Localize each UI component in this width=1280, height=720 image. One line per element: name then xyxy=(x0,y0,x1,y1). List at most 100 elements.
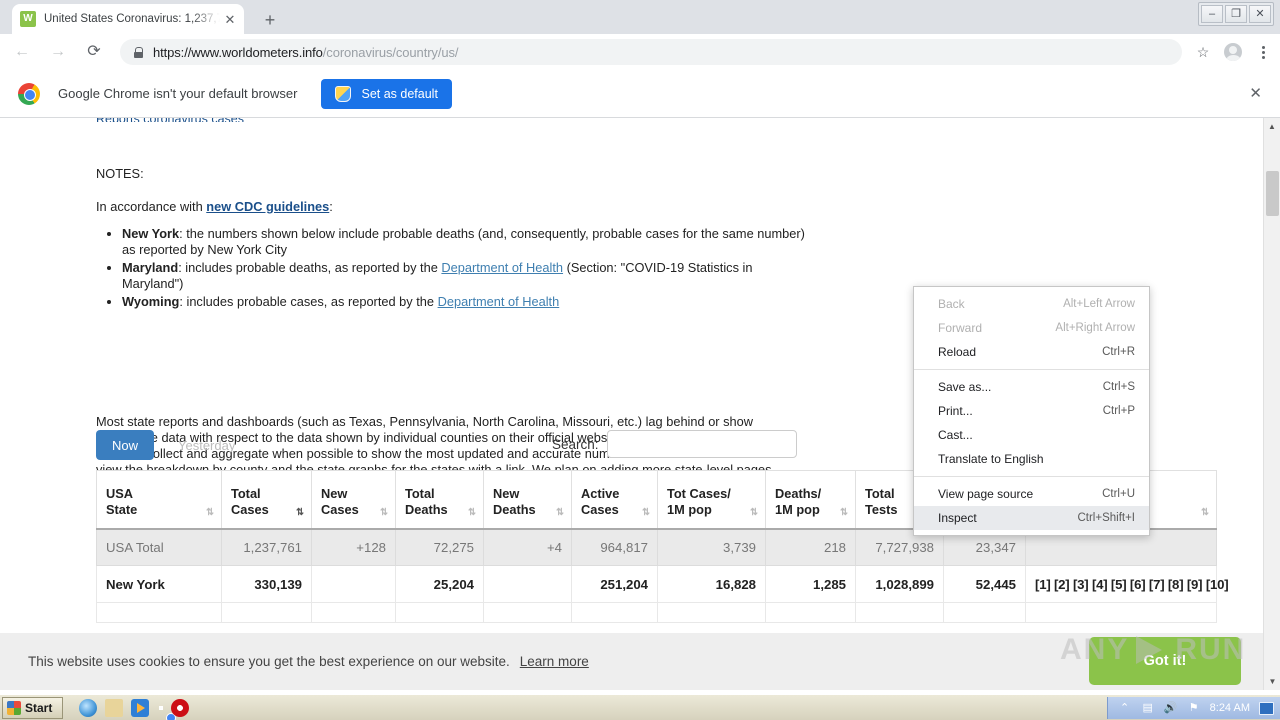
menu-label: Back xyxy=(938,297,965,311)
start-button[interactable]: Start xyxy=(2,696,64,719)
sort-icon[interactable]: ⇅ xyxy=(750,508,758,518)
close-infobar-icon[interactable]: ✕ xyxy=(1249,86,1262,101)
menu-label: Reload xyxy=(938,345,977,359)
reload-icon[interactable]: ⟳ xyxy=(80,38,108,66)
col-usa-state[interactable]: USA State ⇅ xyxy=(96,470,222,530)
context-menu-item-print[interactable]: Print... Ctrl+P xyxy=(914,399,1149,423)
context-menu-item-inspect[interactable]: Inspect Ctrl+Shift+I xyxy=(914,506,1149,530)
sort-icon[interactable]: ⇅ xyxy=(380,508,388,518)
col-deaths-per-1m[interactable]: Deaths/ 1M pop ⇅ xyxy=(765,470,856,530)
sort-icon[interactable]: ⇅ xyxy=(556,508,564,518)
browser-context-menu: Back Alt+Left Arrow Forward Alt+Right Ar… xyxy=(913,286,1150,536)
sort-icon[interactable]: ⇅ xyxy=(206,508,214,518)
url-path: /coronavirus/country/us/ xyxy=(322,44,459,60)
new-tab-button[interactable]: + xyxy=(258,8,282,32)
context-menu-item-forward[interactable]: Forward Alt+Right Arrow xyxy=(914,316,1149,340)
now-button[interactable]: Now xyxy=(96,430,155,460)
menu-shortcut: Ctrl+S xyxy=(1102,381,1135,393)
search-label: Search: xyxy=(552,436,599,452)
search-input[interactable] xyxy=(606,430,797,458)
restore-button[interactable]: ❐ xyxy=(1225,5,1247,23)
search-box: Search: xyxy=(552,430,797,458)
address-bar[interactable]: https://www.worldometers.info/coronaviru… xyxy=(120,39,1182,65)
context-menu-item-view-source[interactable]: View page source Ctrl+U xyxy=(914,482,1149,506)
opera-icon[interactable] xyxy=(171,698,190,717)
col-tot-cases-per-1m[interactable]: Tot Cases/ 1M pop ⇅ xyxy=(657,470,766,530)
sort-icon-active[interactable]: ⇅ xyxy=(296,508,304,518)
browser-window: W United States Coronavirus: 1,237,7 ✕ +… xyxy=(0,0,1280,720)
scrollbar-thumb[interactable] xyxy=(1266,171,1279,216)
close-tab-icon[interactable]: ✕ xyxy=(222,11,238,27)
tab-strip: W United States Coronavirus: 1,237,7 ✕ +… xyxy=(0,0,1280,34)
security-alert-icon[interactable]: ▤ xyxy=(1141,701,1155,715)
profile-avatar-icon[interactable] xyxy=(1220,39,1246,65)
volume-icon[interactable]: 🔊 xyxy=(1164,701,1178,715)
scroll-down-icon[interactable]: ▼ xyxy=(1264,673,1280,690)
learn-more-link[interactable]: Learn more xyxy=(520,654,589,669)
cell-empty xyxy=(855,602,944,623)
close-window-button[interactable]: ✕ xyxy=(1249,5,1271,23)
col-total-cases[interactable]: Total Cases ⇅ xyxy=(221,470,312,530)
cookie-message-text: This website uses cookies to ensure you … xyxy=(28,654,510,669)
cell-active-cases: 964,817 xyxy=(571,528,658,566)
col-line1: Total xyxy=(865,485,895,501)
clock[interactable]: 8:24 AM xyxy=(1210,702,1250,714)
network-flag-icon[interactable]: ⚑ xyxy=(1187,701,1201,715)
menu-shortcut: Alt+Right Arrow xyxy=(1055,322,1135,334)
cell-source[interactable]: [1] [2] [3] [4] [5] [6] [7] [8] [9] [10] xyxy=(1025,565,1229,603)
yesterday-button[interactable]: Yesterday xyxy=(164,430,249,460)
three-dots-icon xyxy=(1261,45,1265,59)
page-scrollbar[interactable]: ▲ ▼ xyxy=(1263,118,1280,690)
col-new-deaths[interactable]: New Deaths ⇅ xyxy=(483,470,572,530)
context-menu-item-cast[interactable]: Cast... xyxy=(914,423,1149,447)
context-menu-item-save-as[interactable]: Save as... Ctrl+S xyxy=(914,375,1149,399)
browser-tab[interactable]: W United States Coronavirus: 1,237,7 ✕ xyxy=(12,4,244,34)
back-icon[interactable]: ← xyxy=(8,38,36,66)
show-hidden-icons-icon[interactable]: ⌃ xyxy=(1118,701,1132,715)
sort-icon[interactable]: ⇅ xyxy=(642,508,650,518)
set-as-default-button[interactable]: Set as default xyxy=(321,78,452,109)
cell-empty xyxy=(657,602,766,623)
col-line1: Active xyxy=(581,485,620,501)
context-menu-item-reload[interactable]: Reload Ctrl+R xyxy=(914,340,1149,364)
cell-total-cases: 1,237,761 xyxy=(221,528,312,566)
accordance-suffix: : xyxy=(329,199,333,214)
cell-new-deaths: +4 xyxy=(483,528,572,566)
list-item: New York: the numbers shown below includ… xyxy=(122,226,808,258)
context-menu-item-back[interactable]: Back Alt+Left Arrow xyxy=(914,292,1149,316)
scroll-up-icon[interactable]: ▲ xyxy=(1264,118,1280,135)
bullet-state: Wyoming xyxy=(122,294,180,309)
cell-empty xyxy=(765,602,856,623)
menu-shortcut: Ctrl+U xyxy=(1102,488,1135,500)
browser-toolbar: ← → ⟳ https://www.worldometers.info/coro… xyxy=(0,34,1280,70)
clipped-top-link[interactable]: Reports coronavirus cases xyxy=(96,118,244,122)
minimize-button[interactable]: – xyxy=(1201,5,1223,23)
cell-state[interactable]: New York xyxy=(96,565,222,603)
cell-state: USA Total xyxy=(96,528,222,566)
department-of-health-link[interactable]: Department of Health xyxy=(438,294,560,309)
new-cdc-guidelines-link[interactable]: new CDC guidelines xyxy=(206,199,329,214)
bookmark-star-icon[interactable]: ☆ xyxy=(1190,39,1216,65)
show-desktop-icon[interactable] xyxy=(1259,701,1274,715)
media-player-icon[interactable] xyxy=(131,698,150,717)
table-row[interactable]: New York 330,139 25,204 251,204 16,828 1… xyxy=(96,565,1229,603)
sort-icon[interactable]: ⇅ xyxy=(468,508,476,518)
tab-title: United States Coronavirus: 1,237,7 xyxy=(44,13,220,25)
context-menu-item-translate[interactable]: Translate to English xyxy=(914,447,1149,471)
col-total-deaths[interactable]: Total Deaths ⇅ xyxy=(395,470,484,530)
accept-cookies-button[interactable]: Got it! xyxy=(1089,637,1241,685)
col-new-cases[interactable]: New Cases ⇅ xyxy=(311,470,396,530)
file-explorer-icon[interactable] xyxy=(105,698,124,717)
infobar-message: Google Chrome isn't your default browser xyxy=(58,86,298,101)
internet-explorer-icon[interactable] xyxy=(79,698,98,717)
col-line1: Total xyxy=(231,485,261,501)
chrome-taskbar-button[interactable] xyxy=(159,705,164,710)
cdc-guidelines-line: In accordance with new CDC guidelines: xyxy=(96,199,808,214)
sort-icon[interactable]: ⇅ xyxy=(840,508,848,518)
col-active-cases[interactable]: Active Cases ⇅ xyxy=(571,470,658,530)
chrome-menu-icon[interactable] xyxy=(1250,39,1276,65)
sort-icon[interactable]: ⇅ xyxy=(1201,508,1209,518)
cell-total-tests: 1,028,899 xyxy=(855,565,944,603)
department-of-health-link[interactable]: Department of Health xyxy=(441,260,563,275)
forward-icon[interactable]: → xyxy=(44,38,72,66)
